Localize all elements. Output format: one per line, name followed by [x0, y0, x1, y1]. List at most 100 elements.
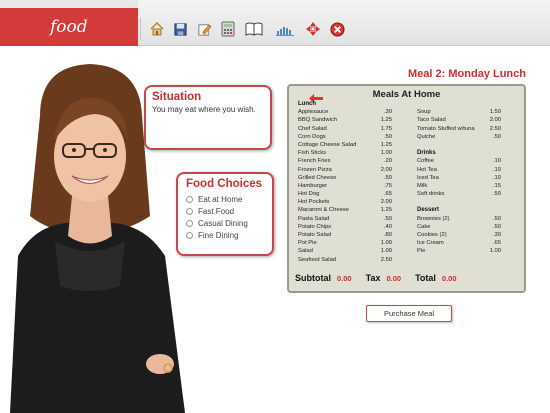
menu-item-name: Cake	[417, 223, 431, 230]
radio-button[interactable]	[186, 207, 193, 215]
menu-item-name: Hamburger	[298, 182, 327, 189]
save-icon[interactable]	[171, 20, 189, 38]
dessert-list: Brownies (2) .50 Cake .50 Cookies (2) .30 Ice …	[417, 215, 501, 256]
menu-item[interactable]: Iced Tea .10	[417, 174, 501, 182]
menu-item[interactable]: Frozen Pizza 2.00	[298, 166, 392, 174]
menu-left-column: Lunch Applesauce .30 BBQ Sandwich 1.25 Chef …	[298, 100, 392, 264]
home-icon[interactable]	[148, 20, 166, 38]
menu-item[interactable]: Tomato Stuffed w/tuna 2.50	[417, 125, 501, 133]
menu-item-price: .65	[492, 240, 501, 247]
menu-item-name: Fish Sticks	[298, 150, 327, 157]
situation-text: You may eat where you wish.	[152, 105, 256, 114]
menu-item[interactable]: Pasta Salad .50	[298, 215, 392, 223]
menu-item[interactable]: Hamburger .75	[298, 182, 392, 190]
choice-fast-food[interactable]: Fast Food	[186, 205, 264, 217]
menu-item-price: .10	[492, 166, 501, 173]
edit-icon[interactable]	[195, 20, 213, 38]
menu-item-name: Hot Dog	[298, 191, 320, 198]
menu-item-price: 2.50	[380, 256, 392, 263]
food-choices-card: Food Choices Eat at Home Fast Food Casua…	[176, 172, 274, 256]
menu-item-name: Ice Cream	[417, 240, 444, 247]
menu-item-name: Salad	[298, 248, 313, 255]
menu-item-price: 1.25	[380, 207, 392, 214]
meal-title: Meal 2: Monday Lunch	[408, 68, 526, 80]
close-icon[interactable]	[328, 20, 346, 38]
menu-item-name: Seafood Salad	[298, 256, 337, 263]
menu-item-name: Hot Tea	[417, 166, 437, 173]
chart-icon[interactable]	[276, 20, 294, 38]
menu-title: Meals At Home	[372, 89, 441, 100]
menu-item-price: .50	[492, 133, 501, 140]
calculator-icon[interactable]	[219, 20, 237, 38]
choice-label: Fast Food	[198, 206, 235, 216]
choice-fine-dining[interactable]: Fine Dining	[186, 229, 264, 241]
menu-item-price: .65	[383, 191, 392, 198]
menu-item-name: Soft drinks	[417, 191, 445, 198]
menu-item-name: Coffee	[417, 158, 434, 165]
choice-eat-at-home[interactable]: Eat at Home	[186, 193, 264, 205]
menu-item[interactable]: Grilled Cheese .50	[298, 174, 392, 182]
menu-item[interactable]: Potato Salad .80	[298, 231, 392, 239]
book-icon[interactable]	[245, 20, 263, 38]
menu-right-column: Soup 1.50 Taco Salad 2.00 Tomato Stuffed w/t…	[417, 100, 501, 256]
choice-label: Casual Dining	[198, 218, 248, 228]
menu-item[interactable]: Salad 1.00	[298, 247, 392, 255]
purchase-meal-button[interactable]: Purchase Meal	[366, 305, 452, 322]
menu-item[interactable]: Milk .15	[417, 182, 501, 190]
menu-item[interactable]: Macaroni & Cheese 1.25	[298, 206, 392, 214]
menu-item-price: .20	[383, 158, 392, 165]
menu-item[interactable]: Applesauce .30	[298, 108, 392, 116]
situation-card: Situation You may eat where you wish.	[144, 85, 272, 150]
menu-item[interactable]: BBQ Sandwich 1.25	[298, 116, 392, 124]
menu-item[interactable]: Seafood Salad 2.50	[298, 256, 392, 264]
menu-item[interactable]: Pie 1.00	[417, 247, 501, 255]
menu-item-name: BBQ Sandwich	[298, 117, 337, 124]
menu-item[interactable]: Hot Pockets 2.00	[298, 198, 392, 206]
tax-label: Tax	[365, 273, 381, 283]
app-title: food	[0, 8, 138, 46]
menu-item-name: Brownies (2)	[417, 215, 450, 222]
choice-casual-dining[interactable]: Casual Dining	[186, 217, 264, 229]
lunch-heading: Lunch	[298, 101, 316, 107]
menu-item[interactable]: Quiche .50	[417, 133, 501, 141]
lunch-list: Applesauce .30 BBQ Sandwich 1.25 Chef Salad 1…	[298, 108, 392, 264]
menu-item[interactable]: Pot Pie 1.00	[298, 239, 392, 247]
radio-button[interactable]	[186, 219, 193, 227]
menu-item-name: Cookies (2)	[417, 232, 447, 238]
menu-item[interactable]: Soup 1.50	[417, 108, 501, 116]
subtotal-label: Subtotal	[295, 273, 331, 283]
menu-item[interactable]: Cottage Cheese Salad 1.25	[298, 141, 392, 149]
menu-item-name: Cottage Cheese Salad	[298, 141, 357, 148]
menu-item-price: .30	[492, 232, 501, 238]
menu-item-name: Macaroni & Cheese	[298, 207, 349, 214]
menu-item[interactable]: Fish Sticks 1.00	[298, 149, 392, 157]
menu-item[interactable]: Coffee .10	[417, 157, 501, 165]
subtotal-value: 0.00	[337, 273, 352, 283]
menu-item[interactable]: French Fries .20	[298, 157, 392, 165]
menu-item[interactable]: Taco Salad 2.00	[417, 116, 501, 124]
menu-item[interactable]: Chef Salad 1.75	[298, 125, 392, 133]
menu-item-price: 1.00	[380, 248, 392, 255]
menu-item[interactable]: Cookies (2) .30	[417, 231, 501, 239]
menu-item-price: 1.25	[380, 117, 392, 124]
radio-button[interactable]	[186, 231, 193, 239]
menu-item[interactable]: Soft drinks .50	[417, 190, 501, 198]
menu-item[interactable]: Ice Cream .65	[417, 239, 501, 247]
menu-item-name: French Fries	[298, 158, 331, 165]
dessert-heading: Dessert	[417, 207, 440, 214]
menu-item[interactable]: Cake .50	[417, 223, 501, 231]
menu-item-name: Pasta Salad	[298, 215, 330, 222]
menu-item-name: Pie	[417, 248, 426, 255]
menu-item[interactable]: Corn Dogs .50	[298, 133, 392, 141]
menu-item-name: Quiche	[417, 133, 436, 140]
menu-item[interactable]: Hot Tea .10	[417, 166, 501, 174]
totals-row: Subtotal 0.00 Tax 0.00 Total 0.00	[295, 273, 521, 283]
menu-item[interactable]: Hot Dog .65	[298, 190, 392, 198]
menu-item-price: 2.00	[489, 117, 501, 124]
menu-item-name: Grilled Cheese	[298, 174, 337, 181]
menu-item[interactable]: Brownies (2) .50	[417, 215, 501, 223]
radio-button[interactable]	[186, 195, 193, 203]
menu-item[interactable]: Potato Chips .40	[298, 223, 392, 231]
navigation-icon[interactable]	[304, 20, 322, 38]
